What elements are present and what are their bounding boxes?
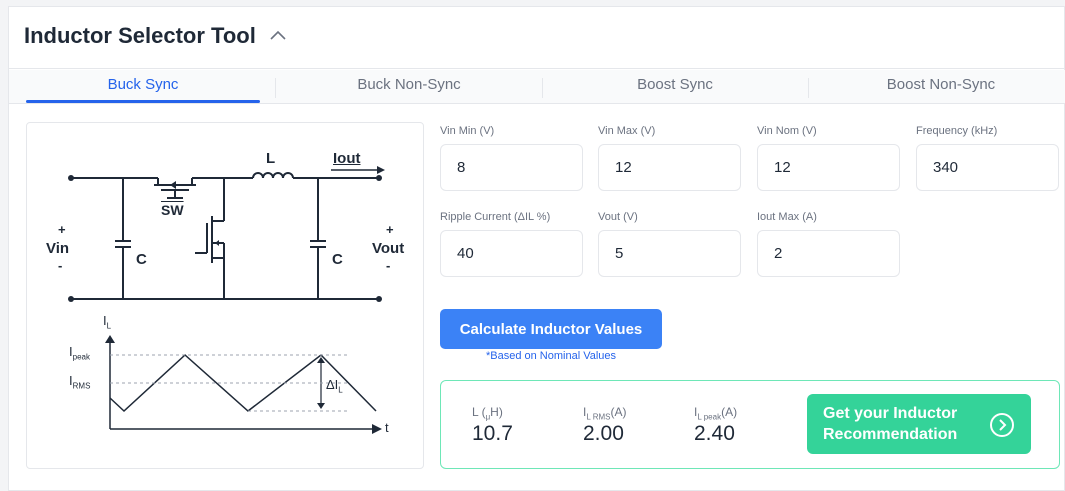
tab-buck-sync[interactable]: Buck Sync	[26, 70, 260, 104]
vin-max-label: Vin Max (V)	[598, 125, 656, 137]
page-title: Inductor Selector Tool	[24, 23, 256, 48]
vout-minus: -	[386, 258, 391, 273]
circuit-diagram: L Iout SW + Vin - C C + Vout - IL Ipeak …	[26, 122, 424, 469]
ripple-current-label: Ripple Current (ΔIL %)	[440, 211, 551, 223]
tab-boost-non-sync[interactable]: Boost Non-Sync	[808, 70, 1065, 104]
ipeak-label: Ipeak	[69, 344, 90, 362]
iout-label: Iout	[333, 150, 361, 167]
vin-max-input[interactable]	[598, 144, 741, 191]
buck-converter-schematic	[68, 166, 385, 434]
frequency-label: Frequency (kHz)	[916, 125, 998, 137]
irms-value: 2.00	[583, 422, 624, 445]
ipeak-result-label: IL peak(A)	[694, 405, 738, 422]
vout-label: Vout	[372, 240, 405, 257]
tab-buck-non-sync[interactable]: Buck Non-Sync	[275, 70, 543, 104]
vin-min-label: Vin Min (V)	[440, 125, 495, 137]
frequency-input[interactable]	[916, 144, 1059, 191]
iout-max-label: Iout Max (A)	[757, 211, 817, 223]
vin-nom-input[interactable]	[757, 144, 900, 191]
output-cap-label: C	[332, 251, 343, 268]
inductance-label: L (μH)	[472, 405, 503, 422]
active-tab-indicator	[26, 100, 260, 103]
vout-input[interactable]	[598, 230, 741, 277]
waveform-y-axis-label: IL	[103, 313, 112, 331]
ipeak-value: 2.40	[694, 422, 735, 445]
vin-minus: -	[58, 258, 63, 273]
vin-nom-label: Vin Nom (V)	[757, 125, 817, 137]
inductor-selector-card: Inductor Selector Tool Buck Sync Buck No…	[8, 6, 1065, 491]
vin-min-input[interactable]	[440, 144, 583, 191]
recommendation-label: Get your Inductor Recommendation	[823, 405, 958, 443]
chevron-up-icon[interactable]	[266, 24, 290, 48]
header: Inductor Selector Tool	[9, 7, 1065, 69]
vin-plus: +	[58, 222, 66, 237]
tab-boost-sync[interactable]: Boost Sync	[542, 70, 808, 104]
vout-field-label: Vout (V)	[598, 211, 638, 223]
results-panel: L (μH) 10.7 IL RMS(A) 2.00 IL peak(A) 2.…	[440, 380, 1060, 469]
irms-result-label: IL RMS(A)	[583, 405, 627, 422]
inductance-value: 10.7	[472, 422, 513, 445]
inductor-label: L	[266, 150, 276, 167]
vout-plus: +	[386, 222, 394, 237]
ripple-current-input[interactable]	[440, 230, 583, 277]
irms-label: IRMS	[69, 373, 91, 391]
tab-bar: Buck Sync Buck Non-Sync Boost Sync Boost…	[9, 70, 1065, 104]
calculate-note: *Based on Nominal Values	[485, 350, 617, 362]
delta-il-label: ΔIL	[326, 377, 343, 395]
get-recommendation-button[interactable]: Get your Inductor Recommendation	[807, 394, 1031, 454]
iout-max-input[interactable]	[757, 230, 900, 277]
switch-label: SW	[161, 202, 184, 218]
time-axis-label: t	[385, 420, 389, 435]
input-cap-label: C	[136, 251, 147, 268]
calculate-button[interactable]: Calculate Inductor Values	[440, 309, 662, 349]
chevron-right-circle-icon	[990, 413, 1014, 437]
vin-label: Vin	[46, 240, 70, 257]
